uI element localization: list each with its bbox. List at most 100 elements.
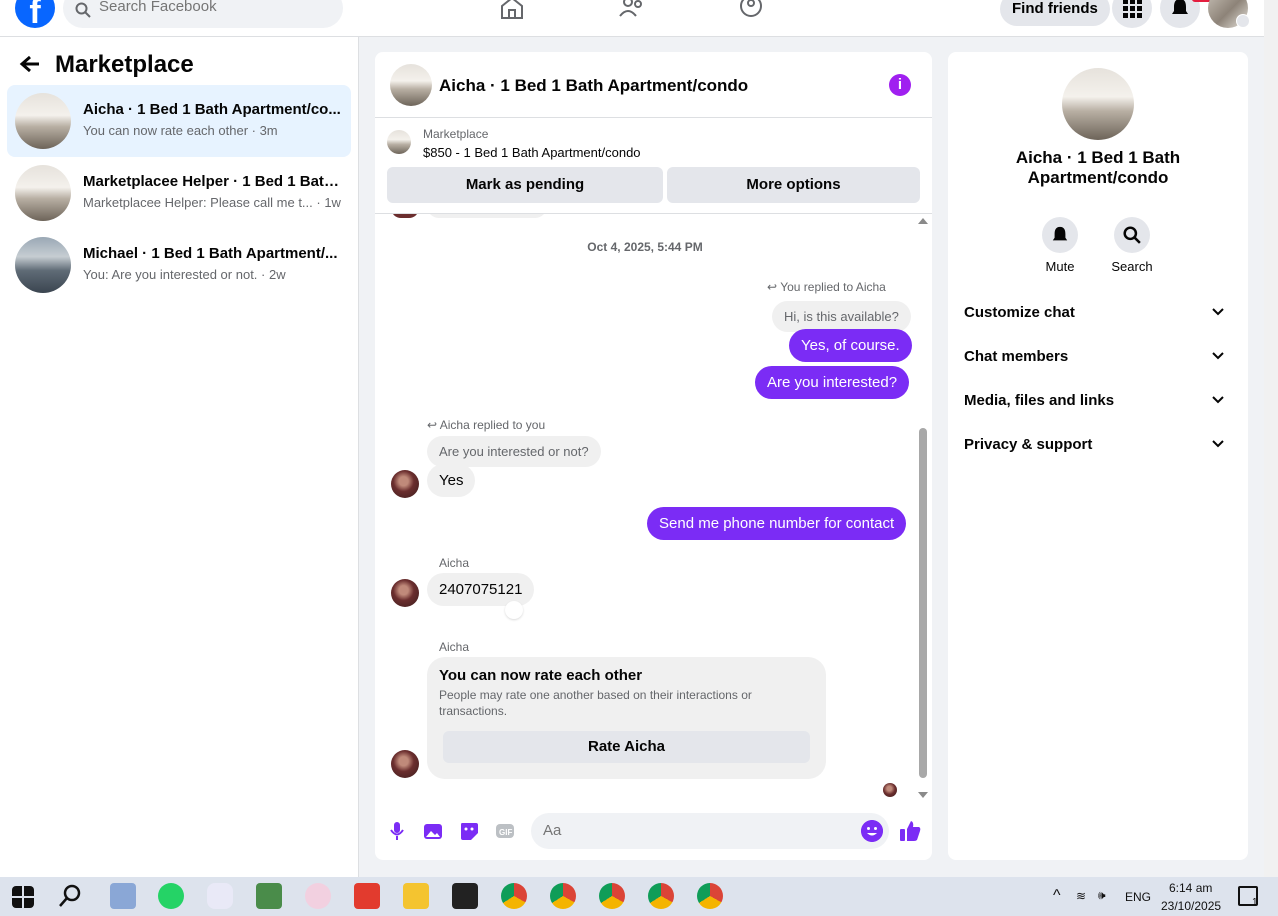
mark-as-pending-button[interactable]: Mark as pending <box>387 167 663 203</box>
info-icon[interactable]: i <box>889 74 911 96</box>
rating-card-title: You can now rate each other <box>439 667 643 684</box>
app-icon[interactable] <box>354 883 380 909</box>
tray-chevron-up-icon[interactable]: ^ <box>1053 887 1061 905</box>
friends-icon[interactable] <box>618 0 646 20</box>
page-scrollbar[interactable] <box>1264 0 1278 877</box>
sender-avatar[interactable] <box>391 579 419 607</box>
conversation-preview: You can now rate each other · 3m <box>83 123 278 138</box>
search-label: Search <box>1111 259 1153 274</box>
photo-icon[interactable] <box>423 821 443 841</box>
mute-action[interactable]: Mute <box>1025 217 1095 274</box>
mute-label: Mute <box>1045 259 1075 274</box>
search-input[interactable] <box>99 0 329 15</box>
outgoing-message[interactable]: Are you interested? <box>755 366 910 399</box>
conversation-item[interactable]: Michael · 1 Bed 1 Bath Apartment/... You… <box>7 229 351 301</box>
reply-icon: ↩ <box>767 280 778 294</box>
whatsapp-icon[interactable] <box>158 883 184 909</box>
menu-button[interactable] <box>1112 0 1152 28</box>
chevron-down-icon <box>1236 14 1250 28</box>
chevron-down-icon <box>1212 308 1224 316</box>
search-icon <box>1123 226 1141 244</box>
scroll-up-icon[interactable] <box>918 218 928 224</box>
message-scrollbar[interactable] <box>917 218 929 798</box>
microphone-icon[interactable] <box>387 821 407 841</box>
sticker-icon[interactable] <box>459 821 479 841</box>
privacy-support-section[interactable]: Privacy & support <box>964 436 1232 466</box>
app-icon[interactable] <box>207 883 233 909</box>
rating-card-description: People may rate one another based on the… <box>439 688 752 718</box>
outgoing-message[interactable]: Send me phone number for contact <box>647 507 907 540</box>
media-files-links-section[interactable]: Media, files and links <box>964 392 1232 422</box>
app-icon[interactable] <box>110 883 136 909</box>
chevron-down-icon <box>1212 440 1224 448</box>
chat-title[interactable]: Aicha · 1 Bed 1 Bath Apartment/condo <box>439 76 748 96</box>
bell-icon <box>1172 0 1188 14</box>
account-avatar[interactable] <box>1208 0 1250 28</box>
calculator-icon[interactable] <box>256 883 282 909</box>
chrome-profile-icon[interactable] <box>648 883 674 909</box>
taskbar-search-icon[interactable] <box>58 883 84 909</box>
message-input-box[interactable] <box>531 813 889 849</box>
language-indicator[interactable]: ENG <box>1125 890 1151 904</box>
search-facebook-box[interactable] <box>63 0 343 28</box>
section-label: Media, files and links <box>964 392 1115 409</box>
conversation-item[interactable]: Marketplacee Helper · 1 Bed 1 Bath... Ma… <box>7 157 351 229</box>
volume-icon[interactable]: 🕪 <box>1098 888 1106 903</box>
quoted-message[interactable]: Hi, is this available? <box>772 301 911 332</box>
conversation-name: Aicha · 1 Bed 1 Bath Apartment/co... <box>83 101 341 118</box>
conversation-item[interactable]: Aicha · 1 Bed 1 Bath Apartment/co... You… <box>7 85 351 157</box>
groups-icon[interactable] <box>737 0 765 20</box>
listing-price[interactable]: $850 - 1 Bed 1 Bath Apartment/condo <box>423 145 641 160</box>
top-navigation-bar: f Find friends <box>0 0 1264 37</box>
chat-avatar[interactable] <box>390 64 432 106</box>
notification-count: 1 <box>1252 897 1258 908</box>
sender-avatar[interactable] <box>391 750 419 778</box>
listing-thumbnail <box>15 237 71 293</box>
marketplace-inbox-sidebar: Marketplace Aicha · 1 Bed 1 Bath Apartme… <box>0 37 359 878</box>
chrome-profile-icon[interactable] <box>697 883 723 909</box>
quoted-message[interactable]: Are you interested or not? <box>427 436 601 467</box>
scrollbar-thumb[interactable] <box>919 428 927 778</box>
search-action[interactable]: Search <box>1097 217 1167 274</box>
message-input[interactable] <box>543 822 843 839</box>
conversation-name: Marketplacee Helper · 1 Bed 1 Bath... <box>83 173 341 190</box>
chrome-icon[interactable] <box>501 883 527 909</box>
back-arrow-icon[interactable] <box>19 54 41 74</box>
chrome-profile-icon[interactable] <box>599 883 625 909</box>
clock-date[interactable]: 23/10/2025 <box>1161 899 1221 913</box>
message-thread[interactable]: Oct 4, 2025, 5:44 PM ↩ You replied to Ai… <box>375 206 932 798</box>
scroll-down-icon[interactable] <box>918 792 928 798</box>
windows-start-icon[interactable] <box>12 886 34 908</box>
home-icon[interactable] <box>498 0 526 20</box>
reaction-indicator[interactable] <box>505 601 523 619</box>
chat-members-section[interactable]: Chat members <box>964 348 1232 378</box>
sticky-notes-icon[interactable] <box>452 883 478 909</box>
listing-thumbnail <box>15 93 71 149</box>
notifications-button[interactable] <box>1160 0 1200 28</box>
more-options-button[interactable]: More options <box>667 167 920 203</box>
conversation-preview: You: Are you interested or not. · 2w <box>83 267 286 282</box>
incoming-message[interactable]: Yes <box>427 464 476 497</box>
listing-avatar[interactable] <box>1062 68 1134 140</box>
chrome-profile-icon[interactable] <box>550 883 576 909</box>
facebook-logo[interactable]: f <box>15 0 55 28</box>
gif-icon[interactable]: GIF <box>495 821 515 841</box>
chat-header: Aicha · 1 Bed 1 Bath Apartment/condo i <box>375 52 932 118</box>
incoming-message[interactable]: 2407075121 <box>427 573 535 606</box>
snipping-tool-icon[interactable] <box>305 883 331 909</box>
wifi-icon[interactable]: ≋ <box>1076 889 1086 903</box>
clock-time[interactable]: 6:14 am <box>1169 881 1212 895</box>
thumbs-up-icon[interactable] <box>899 820 921 842</box>
customize-chat-section[interactable]: Customize chat <box>964 304 1232 334</box>
outgoing-message[interactable]: Yes, of course. <box>789 329 912 362</box>
rating-card: You can now rate each other People may r… <box>427 657 826 779</box>
emoji-icon[interactable] <box>861 820 883 842</box>
windows-taskbar: ^ ≋ 🕪 ENG 6:14 am 23/10/2025 1 <box>0 877 1278 916</box>
file-explorer-icon[interactable] <box>403 883 429 909</box>
listing-thumbnail[interactable] <box>387 130 411 154</box>
sender-avatar[interactable] <box>391 470 419 498</box>
rate-aicha-button[interactable]: Rate Aicha <box>443 731 810 763</box>
search-icon <box>75 2 91 18</box>
grid-menu-icon <box>1123 0 1142 18</box>
find-friends-button[interactable]: Find friends <box>1000 0 1110 26</box>
